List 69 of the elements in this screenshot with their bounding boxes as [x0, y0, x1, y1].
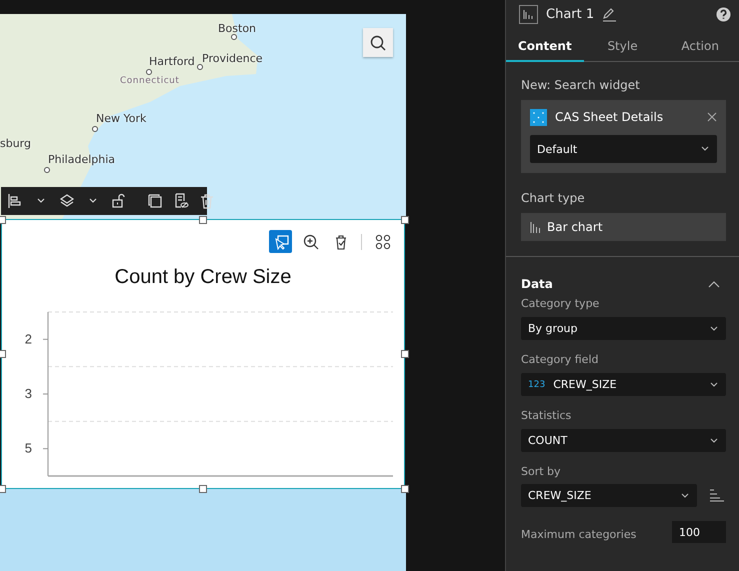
close-icon	[707, 112, 717, 122]
field-label: Category type	[521, 297, 600, 310]
pencil-icon	[602, 7, 618, 22]
city-label: Boston	[218, 22, 256, 35]
field-label: Category field	[521, 353, 600, 366]
search-icon	[370, 34, 386, 50]
section-title: Data	[521, 277, 553, 291]
category-label: 3	[24, 386, 32, 401]
select-button[interactable]	[269, 230, 292, 253]
document-hide-icon	[173, 193, 189, 209]
city-label: New York	[96, 112, 146, 125]
view-dropdown[interactable]: Default	[530, 135, 717, 163]
sort-icon	[709, 489, 724, 502]
tab[interactable]: Action	[661, 31, 739, 62]
zoom-in-icon	[302, 234, 318, 250]
city-label: Hartford	[149, 55, 195, 68]
resize-handle[interactable]	[0, 485, 6, 493]
close-button[interactable]	[707, 112, 717, 122]
dropdown[interactable]: CREW_SIZE	[521, 484, 697, 507]
number-input[interactable]: 100	[672, 521, 726, 543]
copy-icon	[147, 193, 163, 209]
field-label: Maximum categories	[521, 528, 636, 541]
tab[interactable]: Style	[584, 31, 662, 62]
unlocked-padlock-icon	[111, 193, 127, 209]
map[interactable]: Boston Hartford Providence Connecticut New York sburg Philadelphia	[0, 14, 406, 219]
category-label: 2	[24, 331, 32, 346]
city-label: Providence	[202, 52, 263, 65]
resize-handle[interactable]	[401, 216, 409, 224]
select-icon	[272, 234, 288, 250]
field-label: Sort by	[521, 465, 562, 478]
chart-title: Count by Crew Size	[114, 266, 292, 289]
caret-icon	[710, 382, 718, 388]
category-label: 5	[24, 440, 32, 456]
resize-handle[interactable]	[199, 216, 207, 224]
field-label: Statistics	[521, 409, 572, 422]
chart-type-field[interactable]: Bar chart	[521, 213, 726, 241]
section-label: New: Search widget	[521, 78, 641, 92]
dropdown[interactable]: COUNT	[521, 429, 726, 452]
sort-order-button[interactable]	[707, 489, 726, 502]
align-left-icon	[7, 193, 23, 209]
chevron-icon	[708, 280, 720, 288]
resize-handle[interactable]	[0, 350, 6, 358]
help-icon[interactable]	[716, 7, 731, 22]
layers-icon	[59, 193, 75, 209]
bar-chart-icon	[530, 220, 541, 234]
caret-icon	[710, 326, 718, 332]
city-label: sburg	[0, 137, 31, 150]
widget-title: Chart 1	[546, 7, 594, 22]
resize-handle[interactable]	[401, 350, 409, 358]
chart-icon	[519, 5, 538, 24]
caret-icon	[681, 492, 689, 498]
data-source-icon	[530, 108, 547, 126]
caret-icon	[710, 438, 718, 444]
search-button[interactable]	[363, 28, 393, 57]
resize-handle[interactable]	[401, 485, 409, 493]
resize-handle[interactable]	[0, 216, 6, 224]
region-label: Connecticut	[120, 76, 180, 86]
dropdown[interactable]: By group	[521, 317, 726, 340]
city-label: Philadelphia	[48, 153, 116, 166]
field-type-label: 123	[528, 380, 546, 390]
caret-icon	[701, 146, 709, 152]
grid-icon	[374, 234, 390, 250]
trash-icon	[199, 193, 215, 209]
data-source-name: CAS Sheet Details	[555, 110, 664, 124]
edit-button[interactable]	[602, 7, 618, 22]
section-label: Chart type	[521, 191, 586, 205]
dropdown[interactable]: 123 CREW_SIZE	[521, 373, 726, 396]
resize-handle[interactable]	[199, 485, 207, 493]
tab[interactable]: Content	[506, 31, 584, 62]
